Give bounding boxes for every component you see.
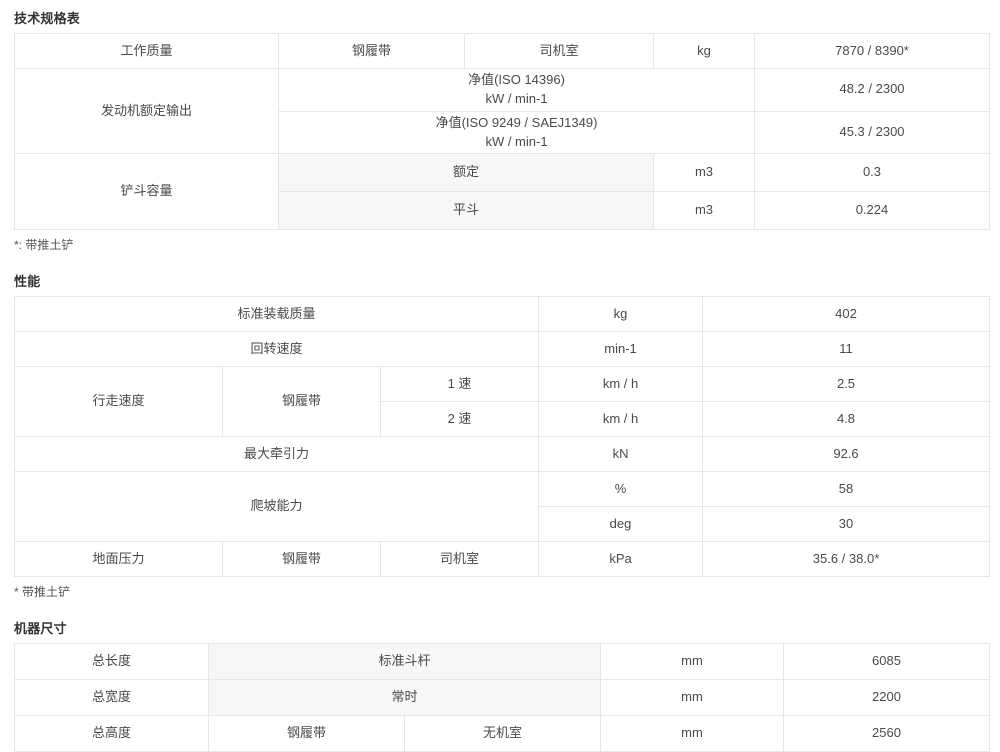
row-unit: % <box>538 471 704 508</box>
row-sub1: 钢履带 <box>222 541 381 578</box>
row-value: 48.2 / 2300 <box>754 68 990 112</box>
row-unit: kN <box>538 436 704 473</box>
row-sub1: 钢履带 <box>222 366 381 438</box>
row-sub1: 钢履带 <box>278 33 465 69</box>
row-value: 58 <box>702 471 991 508</box>
table-row: 行走速度 钢履带 1 速 km / h 2.5 <box>14 366 991 438</box>
row-unit: mm <box>600 715 785 752</box>
row-label: 标准装载质量 <box>13 296 540 333</box>
table-row: 总长度 标准斗杆 mm 6085 <box>14 643 991 681</box>
technical-specs-table: 工作质量 钢履带 司机室 kg 7870 / 8390* 发动机额定输出 净值(… <box>14 33 990 231</box>
row-label: 铲斗容量 <box>14 153 279 231</box>
row-sub1: 净值(ISO 9249 / SAEJ1349) kW / min-1 <box>278 110 755 155</box>
section-title-technical-specs: 技术规格表 <box>14 11 81 26</box>
row-label: 回转速度 <box>13 331 540 368</box>
row-value: 2560 <box>783 715 991 752</box>
row-unit: kg <box>538 296 704 333</box>
row-label: 行走速度 <box>14 366 223 438</box>
row-unit: min-1 <box>538 331 704 368</box>
row-unit: km / h <box>538 401 704 438</box>
row-sub2: 无机室 <box>403 715 602 752</box>
table-row: 爬坡能力 % 58 <box>13 471 991 543</box>
row-sub2: 司机室 <box>464 33 654 69</box>
row-value: 4.8 <box>702 401 991 438</box>
row-label: 最大牵引力 <box>13 436 540 473</box>
row-value: 11 <box>702 331 991 368</box>
row-value: 30 <box>702 506 991 543</box>
row-label: 总宽度 <box>14 679 209 717</box>
section-title-performance: 性能 <box>14 274 41 290</box>
row-unit: km / h <box>538 366 704 403</box>
table-row: 标准装载质量 kg 402 <box>13 296 991 333</box>
row-label: 地面压力 <box>14 541 223 578</box>
machine-dimensions-table: 总长度 标准斗杆 mm 6085 总宽度 常时 mm 2200 总高度 钢履带 … <box>14 643 991 752</box>
performance-table: 标准装载质量 kg 402 回转速度 min-1 11 行走速度 钢履带 1 速… <box>13 296 991 578</box>
row-value: 2.5 <box>702 366 991 403</box>
row-sub1: 额定 <box>278 153 654 193</box>
table-row: 总高度 钢履带 无机室 mm 2560 <box>14 715 991 752</box>
row-sub2: 1 速 <box>379 366 540 403</box>
row-label: 发动机额定输出 <box>14 67 279 155</box>
row-unit: deg <box>538 506 704 543</box>
row-sub2: 2 速 <box>379 401 540 438</box>
footnote-performance: * 带推土铲 <box>14 585 71 600</box>
row-unit: kg <box>653 33 755 69</box>
table-row: 最大牵引力 kN 92.6 <box>13 436 991 473</box>
row-value: 402 <box>702 296 991 333</box>
row-label: 总高度 <box>14 715 209 752</box>
row-label: 爬坡能力 <box>13 471 540 543</box>
row-label: 工作质量 <box>14 33 279 69</box>
row-value: 92.6 <box>702 436 991 473</box>
row-sub1: 钢履带 <box>208 715 405 752</box>
row-value: 7870 / 8390* <box>754 33 990 69</box>
row-unit: mm <box>600 643 785 681</box>
row-unit: mm <box>600 679 785 717</box>
table-row: 发动机额定输出 净值(ISO 14396) kW / min-1 48.2 / … <box>14 67 990 155</box>
row-sub1: 标准斗杆 <box>207 643 602 681</box>
spec-sheet-page: 技术规格表 工作质量 钢履带 司机室 kg 7870 / 8390* 发动机额定… <box>0 0 1000 752</box>
row-unit: m3 <box>653 153 755 193</box>
row-unit: m3 <box>653 191 755 231</box>
table-row: 总宽度 常时 mm 2200 <box>14 679 991 717</box>
row-sub1: 净值(ISO 14396) kW / min-1 <box>278 68 755 112</box>
section-title-machine-dimensions: 机器尺寸 <box>14 621 67 637</box>
row-sub2: 司机室 <box>379 541 540 578</box>
footnote-technical-specs: *: 带推土铲 <box>14 238 74 253</box>
row-unit: kPa <box>538 541 704 578</box>
row-value: 35.6 / 38.0* <box>702 541 991 578</box>
row-value: 0.3 <box>754 153 990 193</box>
row-value: 2200 <box>783 679 991 717</box>
row-sub1: 常时 <box>207 679 602 717</box>
row-value: 0.224 <box>754 191 990 231</box>
row-label: 总长度 <box>14 643 209 681</box>
table-row: 铲斗容量 额定 m3 0.3 <box>14 153 990 231</box>
row-sub1: 平斗 <box>278 191 654 231</box>
row-value: 45.3 / 2300 <box>754 110 990 155</box>
table-row: 工作质量 钢履带 司机室 kg 7870 / 8390* <box>14 33 990 69</box>
row-value: 6085 <box>783 643 991 681</box>
table-row: 地面压力 钢履带 司机室 kPa 35.6 / 38.0* <box>14 541 991 578</box>
table-row: 回转速度 min-1 11 <box>13 331 991 368</box>
